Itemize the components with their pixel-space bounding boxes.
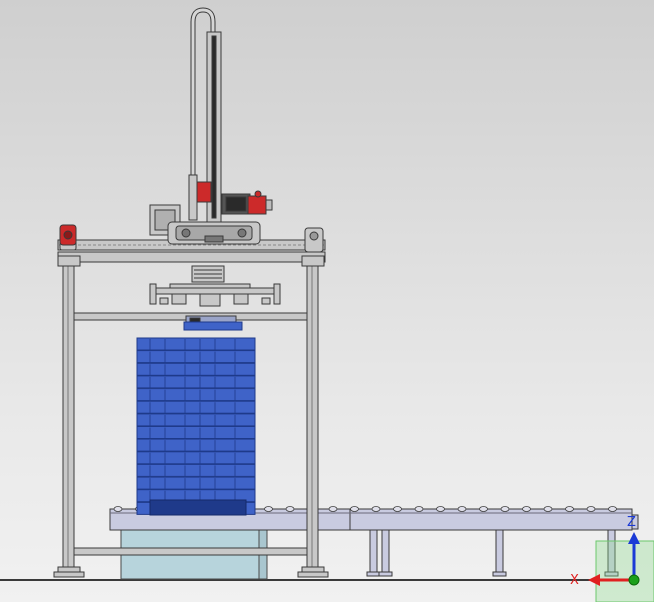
crate: [136, 413, 256, 427]
crate: [136, 388, 256, 402]
crate: [136, 375, 256, 389]
gripped-crate: [183, 321, 243, 331]
triad-origin: [628, 574, 640, 586]
crate: [136, 476, 256, 490]
crate: [136, 350, 256, 364]
conveyor-legs: [366, 529, 619, 577]
cad-viewport[interactable]: X Z: [0, 0, 654, 602]
right-foot: [297, 571, 329, 578]
crate: [136, 438, 256, 452]
cad-model-view[interactable]: [0, 0, 654, 602]
top-beam-lower: [57, 251, 326, 263]
crate: [136, 362, 256, 376]
crate: [136, 337, 256, 351]
crate: [136, 451, 256, 465]
conveyor-bed-right: [349, 508, 633, 531]
left-foot: [53, 571, 85, 578]
triad-box: [595, 540, 654, 602]
beam-drive-motor[interactable]: [59, 224, 77, 246]
lower-cross-rail: [73, 547, 308, 556]
axis-triad: [588, 532, 654, 602]
x-axis-label: X: [570, 573, 579, 588]
crate-base: [149, 499, 247, 516]
crate: [136, 426, 256, 439]
crate: [136, 463, 256, 477]
crate-stack[interactable]: [136, 337, 256, 516]
crate: [136, 400, 256, 414]
z-axis-label: Z: [627, 515, 636, 530]
